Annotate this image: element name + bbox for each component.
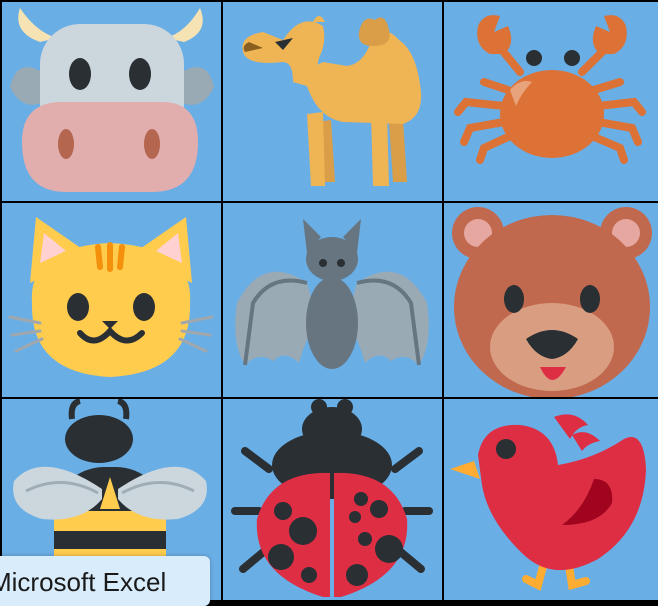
ladybug-icon [231, 399, 433, 597]
tile-camel[interactable] [223, 2, 442, 201]
tooltip-text: Microsoft Excel [0, 567, 167, 597]
camel-icon [242, 16, 422, 186]
tile-cat[interactable] [2, 203, 221, 397]
tile-ladybug[interactable] [223, 399, 442, 600]
tile-bird[interactable] [444, 399, 658, 600]
emoji-grid [0, 0, 658, 602]
cow-icon [10, 8, 214, 192]
tile-bear[interactable] [444, 203, 658, 397]
bear-icon [452, 207, 652, 397]
bird-icon [450, 414, 646, 591]
tile-bat[interactable] [223, 203, 442, 397]
tooltip: Microsoft Excel [0, 556, 210, 606]
crab-icon [454, 15, 646, 164]
cat-icon [8, 217, 214, 377]
bat-icon [235, 219, 429, 369]
tile-cow[interactable] [2, 2, 221, 201]
tile-crab[interactable] [444, 2, 658, 201]
